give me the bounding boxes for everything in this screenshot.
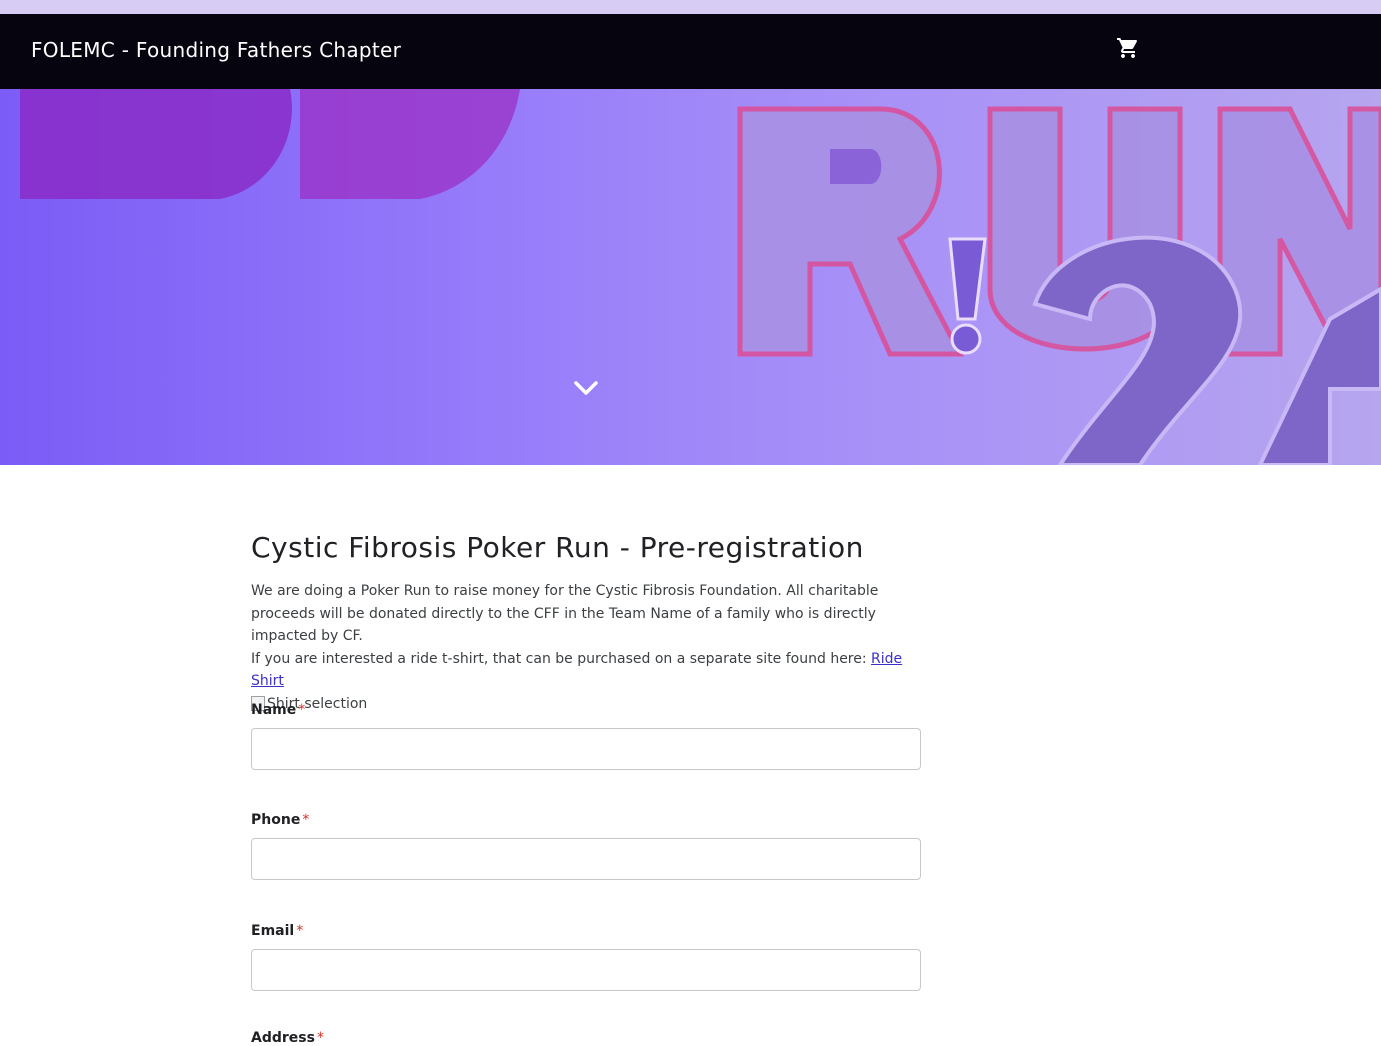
description-paragraph: We are doing a Poker Run to raise money … xyxy=(251,583,879,644)
top-accent-strip xyxy=(0,0,1381,14)
address-field-group: Address * xyxy=(251,1030,921,1046)
tshirt-note-text: If you are interested a ride t-shirt, th… xyxy=(251,650,867,667)
name-label: Name * xyxy=(251,702,306,718)
chevron-down-icon[interactable] xyxy=(572,377,600,399)
phone-field-group: Phone * xyxy=(251,812,921,880)
brand-title[interactable]: FOLEMC - Founding Fathers Chapter xyxy=(31,38,401,62)
name-field-group: Name * xyxy=(251,702,921,770)
phone-label: Phone * xyxy=(251,812,310,828)
hero-banner xyxy=(0,89,1381,465)
registration-content: Cystic Fibrosis Poker Run - Pre-registra… xyxy=(251,530,921,1046)
required-marker: * xyxy=(296,923,304,939)
email-field-group: Email * xyxy=(251,923,921,991)
cart-button[interactable] xyxy=(1114,34,1142,62)
cart-icon xyxy=(1117,38,1138,58)
top-navbar: FOLEMC - Founding Fathers Chapter xyxy=(0,14,1381,89)
hero-artwork xyxy=(20,89,1381,465)
page-description: We are doing a Poker Run to raise money … xyxy=(251,580,921,715)
name-input[interactable] xyxy=(251,728,921,770)
phone-input[interactable] xyxy=(251,838,921,880)
required-marker: * xyxy=(298,702,306,718)
address-label: Address * xyxy=(251,1030,324,1046)
tshirt-note: If you are interested a ride t-shirt, th… xyxy=(251,648,921,693)
email-label: Email * xyxy=(251,923,304,939)
page-title: Cystic Fibrosis Poker Run - Pre-registra… xyxy=(251,531,864,564)
required-marker: * xyxy=(302,812,310,828)
required-marker: * xyxy=(316,1030,324,1046)
email-input[interactable] xyxy=(251,949,921,991)
